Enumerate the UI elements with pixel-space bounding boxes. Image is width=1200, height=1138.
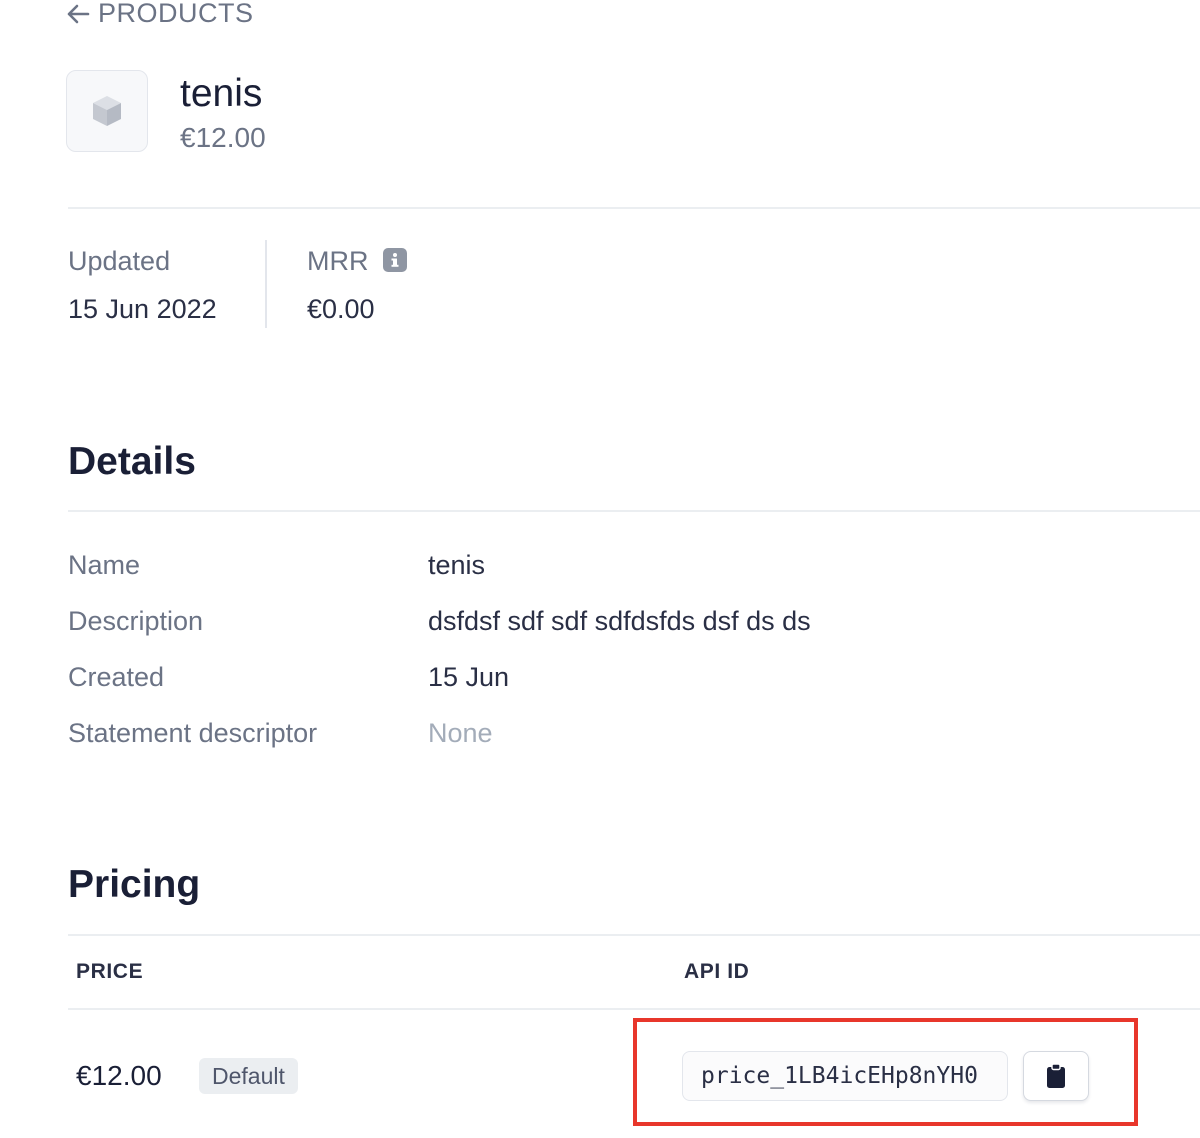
- updated-label: Updated: [68, 246, 171, 276]
- detail-value-statement-descriptor: None: [428, 718, 493, 748]
- updated-value: 15 Jun 2022: [68, 294, 217, 324]
- product-thumbnail: [66, 70, 148, 152]
- price-amount: €12.00: [76, 1060, 162, 1091]
- detail-value-created: 15 Jun: [428, 662, 510, 692]
- detail-value-name: tenis: [428, 550, 486, 580]
- stat-separator: [265, 240, 267, 328]
- column-header-price: PRICE: [76, 960, 144, 983]
- copy-api-id-button[interactable]: [1023, 1051, 1089, 1101]
- mrr-label: MRR: [307, 246, 369, 276]
- details-heading: Details: [68, 440, 196, 483]
- table-header-divider: [68, 1008, 1200, 1010]
- detail-label-name: Name: [68, 550, 141, 580]
- back-to-products-link[interactable]: PRODUCTS: [66, 0, 254, 29]
- info-icon[interactable]: [383, 248, 407, 272]
- header-divider: [68, 207, 1200, 209]
- product-price: €12.00: [180, 122, 266, 153]
- default-badge: Default: [199, 1058, 298, 1094]
- detail-label-created: Created: [68, 662, 165, 692]
- mrr-value: €0.00: [307, 294, 375, 324]
- box-icon: [93, 96, 121, 126]
- arrow-left-icon: [67, 4, 90, 23]
- details-divider: [68, 510, 1200, 512]
- detail-label-statement-descriptor: Statement descriptor: [68, 718, 318, 748]
- detail-value-description: dsfdsf sdf sdf sdfdsfds dsf ds ds: [428, 606, 811, 636]
- product-name: tenis: [180, 72, 263, 115]
- api-id-field[interactable]: price_1LB4icEHp8nYH0: [682, 1051, 1008, 1101]
- back-link-label: PRODUCTS: [98, 0, 254, 28]
- clipboard-icon: [1047, 1063, 1065, 1088]
- column-header-api-id: API ID: [684, 960, 750, 983]
- detail-label-description: Description: [68, 606, 204, 636]
- pricing-heading: Pricing: [68, 863, 201, 906]
- pricing-divider: [68, 934, 1200, 936]
